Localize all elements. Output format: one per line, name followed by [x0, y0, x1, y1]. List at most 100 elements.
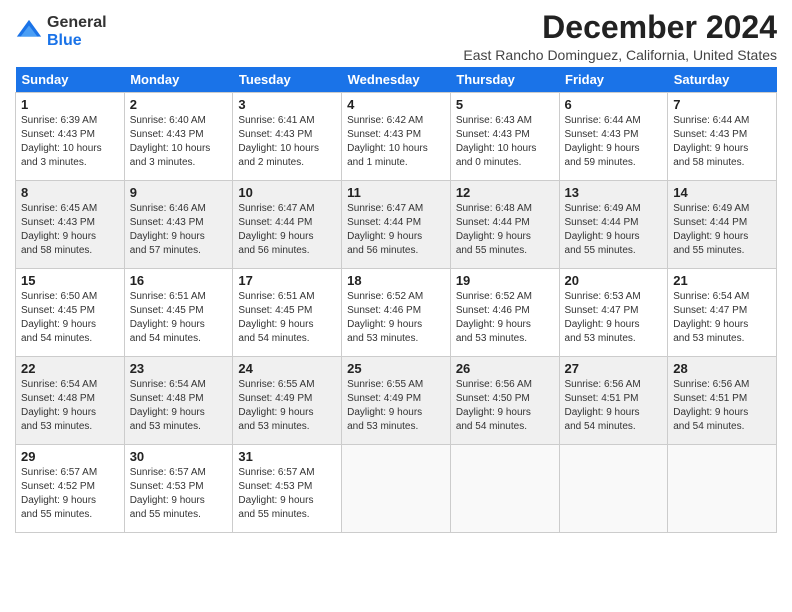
day-info: Sunrise: 6:54 AMSunset: 4:48 PMDaylight:…	[21, 379, 97, 432]
calendar-cell: 22 Sunrise: 6:54 AMSunset: 4:48 PMDaylig…	[16, 357, 125, 445]
calendar-cell: 6 Sunrise: 6:44 AMSunset: 4:43 PMDayligh…	[559, 93, 668, 181]
header-row: Sunday Monday Tuesday Wednesday Thursday…	[16, 67, 777, 93]
calendar-cell: 29 Sunrise: 6:57 AMSunset: 4:52 PMDaylig…	[16, 445, 125, 533]
calendar-cell	[450, 445, 559, 533]
day-info: Sunrise: 6:53 AMSunset: 4:47 PMDaylight:…	[565, 291, 641, 344]
day-info: Sunrise: 6:49 AMSunset: 4:44 PMDaylight:…	[673, 203, 749, 256]
day-number: 29	[21, 449, 119, 464]
day-info: Sunrise: 6:49 AMSunset: 4:44 PMDaylight:…	[565, 203, 641, 256]
header-sunday: Sunday	[16, 67, 125, 93]
calendar-cell: 4 Sunrise: 6:42 AMSunset: 4:43 PMDayligh…	[342, 93, 451, 181]
day-number: 4	[347, 97, 445, 112]
day-info: Sunrise: 6:55 AMSunset: 4:49 PMDaylight:…	[238, 379, 314, 432]
day-info: Sunrise: 6:54 AMSunset: 4:47 PMDaylight:…	[673, 291, 749, 344]
day-number: 3	[238, 97, 336, 112]
calendar-cell: 27 Sunrise: 6:56 AMSunset: 4:51 PMDaylig…	[559, 357, 668, 445]
day-number: 31	[238, 449, 336, 464]
calendar-week-row: 1 Sunrise: 6:39 AMSunset: 4:43 PMDayligh…	[16, 93, 777, 181]
day-number: 19	[456, 273, 554, 288]
day-number: 11	[347, 185, 445, 200]
calendar-cell: 3 Sunrise: 6:41 AMSunset: 4:43 PMDayligh…	[233, 93, 342, 181]
header-friday: Friday	[559, 67, 668, 93]
calendar-cell: 8 Sunrise: 6:45 AMSunset: 4:43 PMDayligh…	[16, 181, 125, 269]
calendar-cell: 18 Sunrise: 6:52 AMSunset: 4:46 PMDaylig…	[342, 269, 451, 357]
subtitle: East Rancho Dominguez, California, Unite…	[463, 47, 777, 63]
day-number: 23	[130, 361, 228, 376]
day-info: Sunrise: 6:43 AMSunset: 4:43 PMDaylight:…	[456, 115, 537, 168]
day-number: 1	[21, 97, 119, 112]
calendar-cell: 7 Sunrise: 6:44 AMSunset: 4:43 PMDayligh…	[668, 93, 777, 181]
day-info: Sunrise: 6:41 AMSunset: 4:43 PMDaylight:…	[238, 115, 319, 168]
calendar-cell: 19 Sunrise: 6:52 AMSunset: 4:46 PMDaylig…	[450, 269, 559, 357]
day-info: Sunrise: 6:57 AMSunset: 4:53 PMDaylight:…	[130, 467, 206, 520]
header-monday: Monday	[124, 67, 233, 93]
day-number: 25	[347, 361, 445, 376]
header-wednesday: Wednesday	[342, 67, 451, 93]
calendar-cell: 2 Sunrise: 6:40 AMSunset: 4:43 PMDayligh…	[124, 93, 233, 181]
calendar-cell: 26 Sunrise: 6:56 AMSunset: 4:50 PMDaylig…	[450, 357, 559, 445]
calendar-cell: 14 Sunrise: 6:49 AMSunset: 4:44 PMDaylig…	[668, 181, 777, 269]
day-number: 26	[456, 361, 554, 376]
calendar-cell: 31 Sunrise: 6:57 AMSunset: 4:53 PMDaylig…	[233, 445, 342, 533]
title-area: December 2024 East Rancho Dominguez, Cal…	[463, 10, 777, 63]
calendar-cell: 23 Sunrise: 6:54 AMSunset: 4:48 PMDaylig…	[124, 357, 233, 445]
day-number: 18	[347, 273, 445, 288]
calendar-cell: 21 Sunrise: 6:54 AMSunset: 4:47 PMDaylig…	[668, 269, 777, 357]
calendar-cell: 10 Sunrise: 6:47 AMSunset: 4:44 PMDaylig…	[233, 181, 342, 269]
day-number: 24	[238, 361, 336, 376]
day-number: 2	[130, 97, 228, 112]
header-saturday: Saturday	[668, 67, 777, 93]
day-info: Sunrise: 6:48 AMSunset: 4:44 PMDaylight:…	[456, 203, 532, 256]
calendar-week-row: 15 Sunrise: 6:50 AMSunset: 4:45 PMDaylig…	[16, 269, 777, 357]
calendar-cell: 20 Sunrise: 6:53 AMSunset: 4:47 PMDaylig…	[559, 269, 668, 357]
calendar-cell: 28 Sunrise: 6:56 AMSunset: 4:51 PMDaylig…	[668, 357, 777, 445]
day-number: 12	[456, 185, 554, 200]
page-container: General Blue December 2024 East Rancho D…	[0, 0, 792, 543]
day-info: Sunrise: 6:51 AMSunset: 4:45 PMDaylight:…	[238, 291, 314, 344]
day-number: 20	[565, 273, 663, 288]
calendar-cell: 30 Sunrise: 6:57 AMSunset: 4:53 PMDaylig…	[124, 445, 233, 533]
calendar-table: Sunday Monday Tuesday Wednesday Thursday…	[15, 67, 777, 533]
day-info: Sunrise: 6:54 AMSunset: 4:48 PMDaylight:…	[130, 379, 206, 432]
calendar-cell	[559, 445, 668, 533]
day-info: Sunrise: 6:57 AMSunset: 4:53 PMDaylight:…	[238, 467, 314, 520]
calendar-cell: 1 Sunrise: 6:39 AMSunset: 4:43 PMDayligh…	[16, 93, 125, 181]
day-number: 6	[565, 97, 663, 112]
day-info: Sunrise: 6:50 AMSunset: 4:45 PMDaylight:…	[21, 291, 97, 344]
day-number: 27	[565, 361, 663, 376]
day-number: 28	[673, 361, 771, 376]
day-number: 7	[673, 97, 771, 112]
day-info: Sunrise: 6:52 AMSunset: 4:46 PMDaylight:…	[347, 291, 423, 344]
header-tuesday: Tuesday	[233, 67, 342, 93]
calendar-cell: 9 Sunrise: 6:46 AMSunset: 4:43 PMDayligh…	[124, 181, 233, 269]
calendar-week-row: 8 Sunrise: 6:45 AMSunset: 4:43 PMDayligh…	[16, 181, 777, 269]
calendar-cell: 17 Sunrise: 6:51 AMSunset: 4:45 PMDaylig…	[233, 269, 342, 357]
logo-blue-text: Blue	[47, 32, 107, 50]
calendar-cell: 13 Sunrise: 6:49 AMSunset: 4:44 PMDaylig…	[559, 181, 668, 269]
day-number: 17	[238, 273, 336, 288]
day-info: Sunrise: 6:44 AMSunset: 4:43 PMDaylight:…	[565, 115, 641, 168]
day-info: Sunrise: 6:56 AMSunset: 4:51 PMDaylight:…	[565, 379, 641, 432]
day-info: Sunrise: 6:47 AMSunset: 4:44 PMDaylight:…	[238, 203, 314, 256]
day-info: Sunrise: 6:46 AMSunset: 4:43 PMDaylight:…	[130, 203, 206, 256]
logo-icon	[15, 18, 43, 46]
calendar-cell: 25 Sunrise: 6:55 AMSunset: 4:49 PMDaylig…	[342, 357, 451, 445]
day-info: Sunrise: 6:56 AMSunset: 4:50 PMDaylight:…	[456, 379, 532, 432]
logo-text: General Blue	[47, 14, 107, 49]
calendar-week-row: 29 Sunrise: 6:57 AMSunset: 4:52 PMDaylig…	[16, 445, 777, 533]
calendar-cell: 12 Sunrise: 6:48 AMSunset: 4:44 PMDaylig…	[450, 181, 559, 269]
day-number: 15	[21, 273, 119, 288]
day-info: Sunrise: 6:44 AMSunset: 4:43 PMDaylight:…	[673, 115, 749, 168]
calendar-cell	[668, 445, 777, 533]
day-info: Sunrise: 6:42 AMSunset: 4:43 PMDaylight:…	[347, 115, 428, 168]
day-info: Sunrise: 6:55 AMSunset: 4:49 PMDaylight:…	[347, 379, 423, 432]
day-number: 13	[565, 185, 663, 200]
day-info: Sunrise: 6:40 AMSunset: 4:43 PMDaylight:…	[130, 115, 211, 168]
day-info: Sunrise: 6:45 AMSunset: 4:43 PMDaylight:…	[21, 203, 97, 256]
day-number: 14	[673, 185, 771, 200]
header-area: General Blue December 2024 East Rancho D…	[15, 10, 777, 63]
month-title: December 2024	[463, 10, 777, 45]
header-thursday: Thursday	[450, 67, 559, 93]
day-number: 10	[238, 185, 336, 200]
calendar-week-row: 22 Sunrise: 6:54 AMSunset: 4:48 PMDaylig…	[16, 357, 777, 445]
